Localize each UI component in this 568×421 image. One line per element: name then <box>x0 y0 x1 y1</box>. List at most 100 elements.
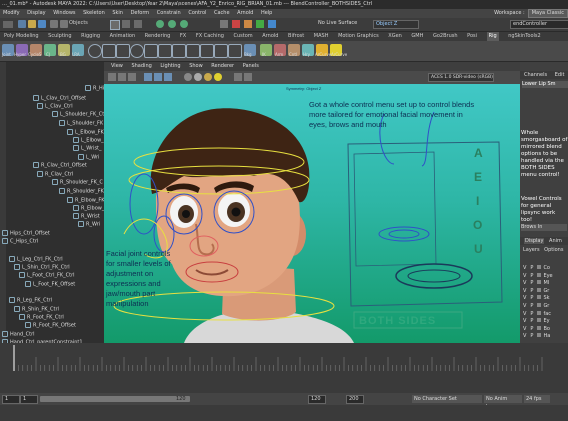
outliner-item[interactable]: R_Wrist <box>73 213 100 220</box>
outliner-item[interactable]: R_Foot_FK_Ctrl <box>19 314 64 321</box>
square-ctrl-icon[interactable] <box>102 44 116 58</box>
layer-playback-toggle[interactable]: P <box>530 311 533 317</box>
layer-playback-toggle[interactable]: P <box>530 303 533 309</box>
shelf-tab-mash[interactable]: MASH <box>314 32 329 41</box>
layer-visibility-toggle[interactable]: V <box>523 273 526 279</box>
redo-icon[interactable] <box>60 20 68 28</box>
vowel-o-label[interactable]: O <box>473 218 482 232</box>
outliner-item[interactable]: L_Clav_Ctrl_Offset <box>33 95 86 102</box>
wireframe-icon[interactable] <box>184 73 192 81</box>
time-slider[interactable] <box>0 343 568 393</box>
menu-skin[interactable]: Skin <box>112 9 123 18</box>
layer-menu-options[interactable]: Options <box>544 247 563 253</box>
layer-visibility-toggle[interactable]: V <box>523 295 526 301</box>
outliner-item[interactable]: L_Foot_Ctrl_FK_Ctrl <box>19 272 75 279</box>
symmetry-dropdown[interactable]: Object Z <box>373 20 419 29</box>
hypershade-icon[interactable] <box>268 20 276 28</box>
channel-box-tab-channels[interactable]: Channels <box>524 72 547 78</box>
camera-icon[interactable] <box>108 73 116 81</box>
snap-grid-icon[interactable] <box>156 20 164 28</box>
plus-ctrl-icon[interactable] <box>172 44 186 58</box>
layer-playback-toggle[interactable]: P <box>530 295 533 301</box>
layer-color-swatch[interactable] <box>537 295 542 300</box>
layer-playback-toggle[interactable]: P <box>530 326 533 332</box>
workspace-dropdown[interactable]: Maya Classic <box>527 9 568 18</box>
layer-color-swatch[interactable] <box>537 272 542 277</box>
range-start-field[interactable]: 1 <box>20 395 38 404</box>
vowel-i-label[interactable]: I <box>476 194 479 208</box>
menu-control[interactable]: Control <box>188 9 206 18</box>
shelf-tab-gmh[interactable]: GMH <box>411 32 423 41</box>
outliner-item[interactable]: L_Shin_Ctrl_FK_Ctrl <box>14 264 70 271</box>
layer-row[interactable]: V P Ha <box>521 333 568 340</box>
vowel-a-label[interactable]: A <box>474 146 483 160</box>
layer-tab-anim[interactable]: Anim <box>549 238 562 244</box>
channel-brows-field[interactable]: Brows In <box>521 224 567 231</box>
menu-modify[interactable]: Modify <box>3 9 20 18</box>
range-slider[interactable] <box>40 396 190 402</box>
outliner-item[interactable]: R_Elbow_FK <box>67 197 105 204</box>
outliner-item[interactable]: L_Shoulder_FK <box>59 120 103 127</box>
layer-color-swatch[interactable] <box>537 333 542 338</box>
viewport-menu-panels[interactable]: Panels <box>243 62 259 71</box>
layer-color-swatch[interactable] <box>537 303 542 307</box>
textured-icon[interactable] <box>204 73 212 81</box>
diamond-ctrl-icon[interactable] <box>200 44 214 58</box>
viewport-menu-renderer[interactable]: Renderer <box>211 62 234 71</box>
shelf-tab-rendering[interactable]: Rendering <box>145 32 171 41</box>
live-surface-label[interactable]: No Live Surface <box>318 20 357 26</box>
ipr-render-icon[interactable] <box>244 20 252 28</box>
outliner-item[interactable]: C_Hips_Ctrl <box>2 238 38 245</box>
menu-help[interactable]: Help <box>261 9 272 18</box>
layer-row[interactable]: V P MI <box>521 280 568 287</box>
layer-color-swatch[interactable] <box>537 280 542 285</box>
layer-playback-toggle[interactable]: P <box>530 318 533 324</box>
outliner-item[interactable]: L_Foot_FK_Offset <box>25 281 75 288</box>
shelf-tab-custom[interactable]: Custom <box>234 32 253 41</box>
viewport-3d[interactable]: Symmetry: Object Z Got a whole control m… <box>104 84 520 343</box>
xray-icon[interactable] <box>234 73 242 81</box>
menu-skeleton[interactable]: Skeleton <box>83 9 105 18</box>
gear-ctrl-icon[interactable] <box>228 44 242 58</box>
outliner-item[interactable]: R_Shoulder_FK_C <box>52 179 103 186</box>
layer-playback-toggle[interactable]: P <box>530 288 533 294</box>
arrow-ctrl-icon[interactable] <box>144 44 158 58</box>
fps-dropdown[interactable]: 24 fps <box>524 395 550 403</box>
outliner-item[interactable]: L_Leg_Ctrl_FK_Ctrl <box>9 256 63 263</box>
quick-select-field[interactable]: endController <box>510 20 568 29</box>
shelf-tab-poly-modeling[interactable]: Poly Modeling <box>4 32 39 41</box>
shelf-tab-bifrost[interactable]: Bifrost <box>288 32 304 41</box>
menu-windows[interactable]: Windows <box>53 9 75 18</box>
layer-playback-toggle[interactable]: P <box>530 280 533 286</box>
viewport-menu-shading[interactable]: Shading <box>131 62 151 71</box>
color-management-dropdown[interactable]: ACES 1.0 SDR-video (sRGB) <box>428 73 494 82</box>
outliner-item[interactable]: R_Wri <box>78 221 100 228</box>
shelf-tab-animation[interactable]: Animation <box>110 32 136 41</box>
circle-ctrl-icon[interactable] <box>88 44 102 58</box>
shelf-tab-motion-graphics[interactable]: Motion Graphics <box>338 32 379 41</box>
outliner-item[interactable]: L_Wri <box>78 154 99 161</box>
shelf-tab-ngskintools[interactable]: ngSkinTools2 <box>508 32 540 41</box>
smooth-shade-icon[interactable] <box>194 73 202 81</box>
menu-arnold[interactable]: Arnold <box>237 9 253 18</box>
layer-row[interactable]: V P Bo <box>521 325 568 333</box>
mode-dropdown[interactable] <box>3 21 13 28</box>
undo-icon[interactable] <box>50 20 58 28</box>
grid-icon[interactable] <box>144 73 152 81</box>
character-set-dropdown[interactable]: No Character Set <box>412 395 482 403</box>
layer-color-swatch[interactable] <box>537 318 542 323</box>
layer-color-swatch[interactable] <box>537 325 542 330</box>
channel-selected-item[interactable]: Lower Lip Sm <box>522 81 568 88</box>
layer-visibility-toggle[interactable]: V <box>523 326 526 332</box>
select-by-component-icon[interactable] <box>134 20 142 28</box>
select-by-object-icon[interactable] <box>122 20 130 28</box>
layer-row[interactable]: V P Gr <box>521 287 568 295</box>
camera-attributes-icon[interactable] <box>118 73 126 81</box>
snap-point-icon[interactable] <box>180 20 188 28</box>
layer-menu-layers[interactable]: Layers <box>523 247 540 253</box>
open-scene-icon[interactable] <box>28 20 36 28</box>
layer-visibility-toggle[interactable]: V <box>523 318 526 324</box>
selection-mode-dropdown[interactable]: Objects <box>69 20 88 26</box>
layer-playback-toggle[interactable]: P <box>530 273 533 279</box>
layer-row[interactable]: V P Gr <box>521 303 568 310</box>
